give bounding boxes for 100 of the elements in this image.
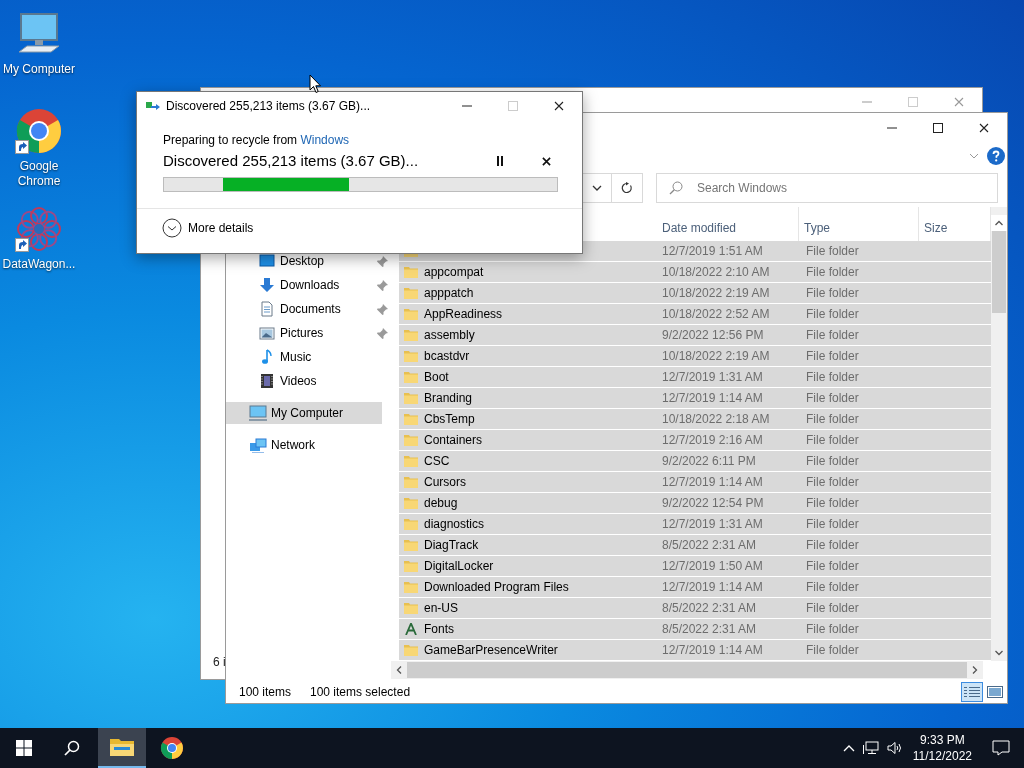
date-modified: 9/2/2022 12:54 PM (661, 495, 765, 512)
desktop-icon-label[interactable]: DataWagon... (2, 257, 76, 272)
scroll-right-icon[interactable] (972, 666, 978, 674)
file-name: Branding (424, 390, 473, 407)
folder-icon (404, 329, 418, 341)
date-modified: 12/7/2019 2:16 AM (661, 432, 764, 449)
nav-item[interactable]: Pictures (226, 321, 399, 345)
nav-item[interactable]: Music (226, 345, 399, 369)
maximize-icon (908, 96, 918, 107)
file-row[interactable]: DiagTrack 8/5/2022 2:31 AM File folder (399, 535, 991, 556)
folder-icon (404, 539, 418, 551)
file-row[interactable]: DigitalLocker 12/7/2019 1:50 AM File folder (399, 556, 991, 577)
transfer-icon (146, 100, 160, 111)
dialog-title: Discovered 255,213 items (3.67 GB)... (166, 97, 372, 115)
folder-icon (404, 560, 418, 572)
scrollbar-thumb[interactable] (407, 662, 967, 678)
file-row[interactable]: assembly 9/2/2022 12:56 PM File folder (399, 325, 991, 346)
volume-icon[interactable] (886, 741, 903, 755)
chevron-down-icon (591, 183, 602, 193)
file-type: File folder (805, 579, 860, 596)
file-name: Fonts (424, 621, 454, 638)
folder-icon (404, 287, 418, 299)
file-row[interactable]: GameBarPresenceWriter 12/7/2019 1:14 AM File folder (399, 640, 991, 661)
help-icon[interactable] (987, 147, 1005, 165)
computer-icon (249, 405, 267, 421)
item-count: 100 items (239, 684, 293, 701)
file-type: File folder (805, 306, 860, 323)
date-modified: 8/5/2022 2:31 AM (661, 621, 758, 638)
file-name: debug (424, 495, 458, 512)
file-row[interactable]: appcompat 10/18/2022 2:10 AM File folder (399, 262, 991, 283)
file-row[interactable]: debug 9/2/2022 12:54 PM File folder (399, 493, 991, 514)
close-icon (554, 100, 564, 111)
search-field[interactable]: Search Windows (656, 173, 998, 203)
status-text: 6 i (212, 654, 226, 671)
download-arrow-icon (259, 277, 277, 293)
date-modified: 12/7/2019 1:14 AM (661, 579, 764, 596)
file-name: AppReadiness (424, 306, 503, 323)
date-modified: 10/18/2022 2:10 AM (661, 264, 771, 281)
file-row[interactable]: Branding 12/7/2019 1:14 AM File folder (399, 388, 991, 409)
file-name: diagnostics (424, 516, 485, 533)
file-type: File folder (805, 558, 860, 575)
file-row[interactable]: bcastdvr 10/18/2022 2:19 AM File folder (399, 346, 991, 367)
notification-icon (992, 740, 1010, 756)
nav-item[interactable]: Documents (226, 297, 399, 321)
folder-icon (404, 455, 418, 467)
folder-icon (404, 350, 418, 362)
nav-item[interactable]: My Computer (226, 402, 382, 424)
file-name: CbsTemp (424, 411, 475, 428)
file-type: File folder (805, 453, 860, 470)
more-details-button[interactable]: More details (162, 218, 254, 238)
file-row[interactable]: CSC 9/2/2022 6:11 PM File folder (399, 451, 991, 472)
maximize-icon (933, 123, 943, 133)
search-icon (669, 181, 683, 195)
scroll-up-icon[interactable] (995, 220, 1003, 226)
desktop-icon-label[interactable]: My Computer (3, 62, 75, 77)
desktop-icon (259, 253, 277, 269)
nav-item[interactable]: Downloads (226, 273, 399, 297)
scroll-left-icon[interactable] (396, 666, 402, 674)
selection-count: 100 items selected (310, 684, 411, 701)
chevron-down-icon[interactable] (969, 151, 979, 161)
nav-item[interactable]: Videos (226, 369, 399, 393)
taskbar-app-button[interactable] (98, 728, 146, 768)
file-row[interactable]: Fonts 8/5/2022 2:31 AM File folder (399, 619, 991, 640)
file-type: File folder (805, 474, 860, 491)
file-row[interactable]: Cursors 12/7/2019 1:14 AM File folder (399, 472, 991, 493)
chevron-up-icon[interactable] (842, 744, 855, 752)
file-row[interactable]: Containers 12/7/2019 2:16 AM File folder (399, 430, 991, 451)
file-type: File folder (805, 390, 860, 407)
network-graph-icon (15, 205, 63, 253)
date-modified: 9/2/2022 12:56 PM (661, 327, 765, 344)
date-modified: 12/7/2019 1:51 AM (661, 243, 764, 260)
file-row[interactable]: apppatch 10/18/2022 2:19 AM File folder (399, 283, 991, 304)
file-row[interactable]: AppReadiness 10/18/2022 2:52 AM File folder (399, 304, 991, 325)
folder-icon (404, 371, 418, 383)
scroll-down-icon[interactable] (995, 650, 1003, 656)
file-row[interactable]: Downloaded Program Files 12/7/2019 1:14 AM File folder (399, 577, 991, 598)
source-link[interactable]: Windows (300, 133, 350, 147)
vertical-scrollbar[interactable] (991, 207, 1007, 661)
image-view-icon (987, 686, 1003, 698)
folder-icon (404, 392, 418, 404)
folder-icon (404, 581, 418, 593)
nav-item[interactable]: Network (226, 434, 382, 456)
file-type: File folder (805, 516, 860, 533)
file-row[interactable]: CbsTemp 10/18/2022 2:18 AM File folder (399, 409, 991, 430)
scrollbar-thumb[interactable] (992, 231, 1006, 313)
file-row[interactable]: Boot 12/7/2019 1:31 AM File folder (399, 367, 991, 388)
file-row[interactable]: diagnostics 12/7/2019 1:31 AM File folder (399, 514, 991, 535)
file-name: DiagTrack (424, 537, 479, 554)
desktop-icon-label[interactable]: Google Chrome (0, 159, 78, 189)
file-type: File folder (805, 642, 860, 659)
horizontal-scrollbar[interactable] (391, 661, 983, 679)
date-modified: 12/7/2019 1:14 AM (661, 642, 764, 659)
date-modified: 12/7/2019 1:50 AM (661, 558, 764, 575)
date-modified: 12/7/2019 1:31 AM (661, 516, 764, 533)
file-row[interactable]: en-US 8/5/2022 2:31 AM File folder (399, 598, 991, 619)
folder-icon (404, 476, 418, 488)
file-name: Downloaded Program Files (424, 579, 569, 596)
network-icon[interactable] (862, 741, 879, 755)
view-button[interactable] (961, 682, 983, 702)
close-icon (979, 123, 989, 133)
